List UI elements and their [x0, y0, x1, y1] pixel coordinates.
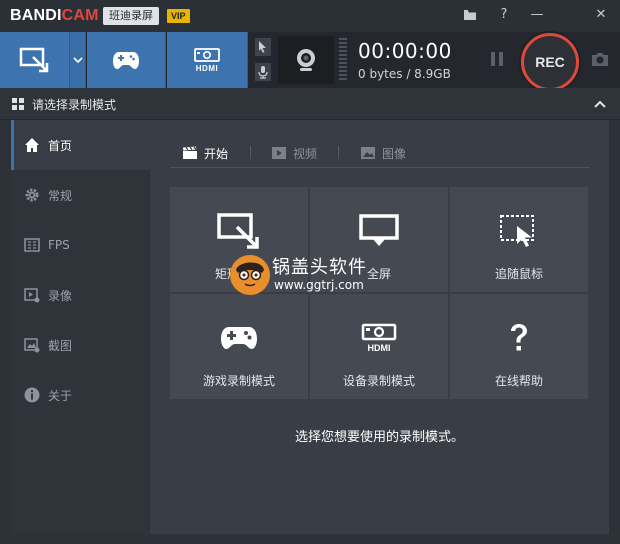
picture-icon: [360, 146, 376, 160]
chevron-up-icon[interactable]: [592, 96, 608, 112]
webcam-icon: [297, 49, 315, 71]
tile-online-help[interactable]: 在线帮助: [450, 294, 588, 399]
cursor-settings-icon[interactable]: [252, 35, 274, 59]
sidebar-item-label: 关于: [48, 388, 73, 403]
game-mode-button[interactable]: [87, 32, 166, 88]
rec-button[interactable]: REC: [521, 33, 579, 91]
tile-label: 追随鼠标: [494, 267, 543, 281]
fps-icon: [23, 236, 41, 254]
grid-icon: [12, 98, 24, 110]
sidebar-item-home[interactable]: 首页: [11, 120, 150, 170]
tile-follow-mouse[interactable]: 追随鼠标: [450, 187, 588, 292]
follow-mouse-icon: [499, 211, 539, 251]
help-icon: [507, 318, 531, 358]
title-bar: BANDICAM 班迪录屏 VIP ? — ✕: [0, 0, 620, 32]
sidebar: 首页 常规 FPS 录像 截图 关于: [11, 120, 150, 534]
hdmi-device-icon: [194, 47, 220, 62]
sidebar-item-label: 截图: [48, 338, 73, 353]
rectangle-mode-icon: [217, 211, 261, 251]
screenshot-button[interactable]: [590, 51, 612, 69]
tab-image[interactable]: 图像: [360, 142, 406, 164]
sidebar-item-screenshot[interactable]: 截图: [11, 320, 150, 370]
watermark-text: 锅盖头软件: [272, 257, 367, 278]
tab-divider: [338, 146, 339, 159]
tab-label: 开始: [204, 146, 229, 161]
image-settings-icon: [23, 336, 41, 354]
bandicam-window: BANDICAM 班迪录屏 VIP ? — ✕ HDMI 00:00:00 0 …: [0, 0, 620, 544]
sidebar-item-label: 录像: [48, 288, 73, 303]
mode-dropdown-button[interactable]: [70, 32, 86, 88]
home-icon: [23, 136, 41, 154]
sidebar-item-label: FPS: [48, 238, 70, 252]
play-icon: [271, 146, 287, 160]
minimize-icon[interactable]: —: [527, 5, 547, 25]
tab-start[interactable]: 开始: [182, 142, 228, 164]
help-icon[interactable]: ?: [494, 5, 514, 25]
tab-bar: 开始 视频 图像: [170, 140, 590, 168]
gamepad-icon: [220, 318, 258, 358]
pause-button[interactable]: [488, 50, 508, 70]
tab-divider: [250, 146, 251, 159]
file-size-indicator: 0 bytes / 8.9GB: [358, 67, 451, 81]
mode-section-header: 请选择录制模式: [0, 88, 620, 120]
chevron-down-icon: [72, 57, 83, 63]
folder-icon[interactable]: [460, 5, 480, 25]
webcam-button[interactable]: [278, 36, 334, 84]
tile-label: 游戏录制模式: [202, 374, 275, 388]
sidebar-item-fps[interactable]: FPS: [11, 220, 150, 270]
tab-label: 视频: [293, 146, 318, 161]
close-icon[interactable]: ✕: [591, 5, 611, 25]
tile-device-mode[interactable]: HDMI 设备录制模式: [310, 294, 448, 399]
tile-game-mode[interactable]: 游戏录制模式: [170, 294, 308, 399]
clapper-icon: [182, 146, 198, 160]
audio-controls: [250, 34, 276, 86]
bandicam-logo: BANDICAM: [10, 7, 99, 25]
main-panel: 开始 视频 图像 矩形窗口: [150, 120, 609, 534]
rec-label: REC: [535, 54, 565, 70]
sidebar-item-label: 首页: [48, 138, 73, 153]
rectangle-mode-icon: [19, 47, 48, 73]
device-mode-button[interactable]: HDMI: [167, 32, 248, 88]
hdmi-label: HDMI: [195, 63, 219, 73]
hdmi-tile-label: HDMI: [368, 343, 391, 353]
sidebar-item-label: 常规: [48, 188, 73, 203]
logo-text-cam: CAM: [61, 7, 99, 24]
section-title: 请选择录制模式: [32, 98, 117, 112]
tab-label: 图像: [382, 146, 407, 161]
mode-hint-text: 选择您想要使用的录制模式。: [294, 430, 464, 445]
sidebar-item-general[interactable]: 常规: [11, 170, 150, 220]
video-settings-icon: [23, 286, 41, 304]
vip-badge: VIP: [167, 9, 190, 23]
audio-level-meter: [339, 38, 347, 82]
gear-icon: [23, 186, 41, 204]
watermark-url: www.ggtrj.com: [274, 278, 364, 292]
tab-video[interactable]: 视频: [271, 142, 317, 164]
brand-cn-label: 班迪录屏: [103, 7, 159, 25]
gamepad-icon: [113, 52, 139, 69]
tile-label: 设备录制模式: [342, 374, 415, 388]
sidebar-item-about[interactable]: 关于: [11, 370, 150, 420]
toolbar: HDMI 00:00:00 0 bytes / 8.9GB REC: [0, 32, 620, 91]
sidebar-item-video[interactable]: 录像: [11, 270, 150, 320]
watermark: 锅盖头软件 www.ggtrj.com: [228, 251, 398, 301]
camera-icon: [592, 53, 608, 66]
info-icon: [23, 386, 41, 404]
logo-text-bandi: BANDI: [10, 7, 62, 24]
hdmi-icon: HDMI: [359, 318, 399, 358]
tile-label: 在线帮助: [494, 374, 543, 388]
microphone-icon[interactable]: [252, 60, 274, 84]
recording-timer: 00:00:00: [358, 39, 452, 63]
fullscreen-icon: [359, 211, 399, 251]
watermark-mascot-icon: [230, 255, 270, 295]
rectangle-mode-button[interactable]: [0, 32, 70, 88]
